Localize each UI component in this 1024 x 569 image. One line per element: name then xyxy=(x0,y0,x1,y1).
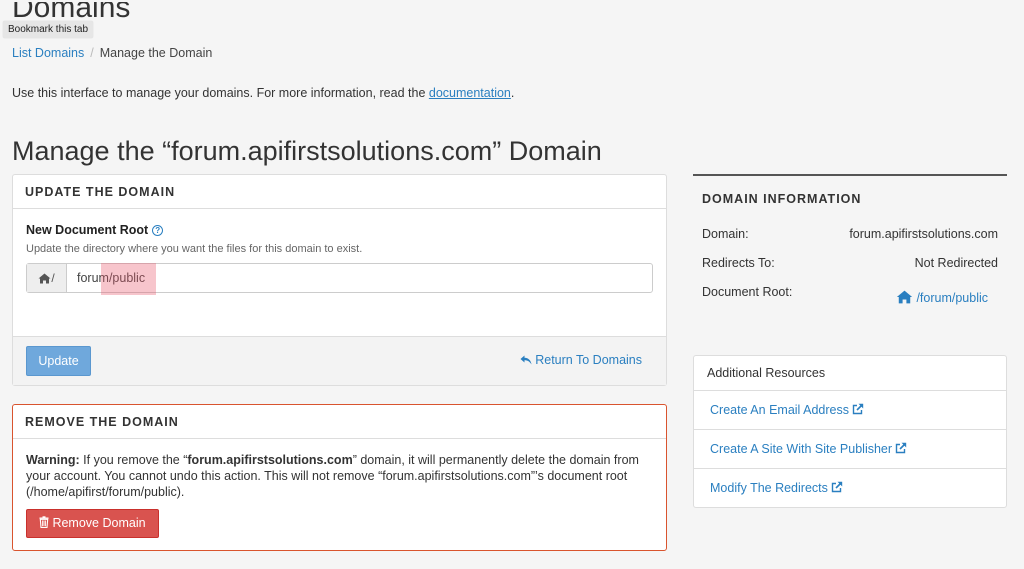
site-publisher-link[interactable]: Create A Site With Site Publisher xyxy=(710,442,907,456)
intro-text: Use this interface to manage your domain… xyxy=(12,85,514,101)
breadcrumb-separator: / xyxy=(90,46,94,60)
create-email-link[interactable]: Create An Email Address xyxy=(710,403,864,417)
document-root-info-label: Document Root: xyxy=(702,285,793,299)
document-root-input-group: / forum/public xyxy=(26,263,653,293)
domain-information: DOMAIN INFORMATION Domain: forum.apifirs… xyxy=(693,174,1007,305)
additional-resources: Additional Resources Create An Email Add… xyxy=(693,355,1007,508)
document-root-row: Document Root: /forum/public xyxy=(702,285,998,305)
modify-redirects-link[interactable]: Modify The Redirects xyxy=(710,481,843,495)
documentation-link[interactable]: documentation xyxy=(429,86,511,100)
update-button[interactable]: Update xyxy=(26,346,91,376)
domain-row: Domain: forum.apifirstsolutions.com xyxy=(702,227,998,241)
update-domain-panel: UPDATE THE DOMAIN New Document Root? Upd… xyxy=(12,174,667,386)
intro-body: Use this interface to manage your domain… xyxy=(12,86,429,100)
remove-domain-button[interactable]: Remove Domain xyxy=(26,509,159,538)
external-link-icon xyxy=(831,481,843,493)
site-publisher-label: Create A Site With Site Publisher xyxy=(710,442,893,456)
resource-item: Modify The Redirects xyxy=(694,469,1006,508)
domain-info-heading: DOMAIN INFORMATION xyxy=(702,192,862,206)
domain-info-divider xyxy=(693,174,1007,176)
modify-redirects-label: Modify The Redirects xyxy=(710,481,828,495)
prefix-slash: / xyxy=(51,271,55,285)
help-icon[interactable]: ? xyxy=(152,225,164,236)
update-panel-footer: Update Return To Domains xyxy=(13,336,666,385)
document-root-input[interactable]: forum/public xyxy=(67,264,652,292)
breadcrumb-current: Manage the Domain xyxy=(99,46,213,60)
return-to-domains-link[interactable]: Return To Domains xyxy=(520,353,642,367)
document-root-label-text: New Document Root xyxy=(26,223,149,237)
document-root-help: Update the directory where you want the … xyxy=(26,243,363,255)
intro-suffix: . xyxy=(510,86,515,100)
warning-domain: forum.apifirstsolutions.com xyxy=(187,453,353,467)
bookmark-tooltip: Bookmark this tab xyxy=(3,21,94,38)
page-title: Manage the “forum.apifirstsolutions.com”… xyxy=(12,136,602,166)
breadcrumb-list-domains[interactable]: List Domains xyxy=(12,46,84,60)
home-icon xyxy=(897,290,913,304)
document-root-link-text: /forum/public xyxy=(916,291,988,305)
home-icon xyxy=(38,273,51,283)
create-email-label: Create An Email Address xyxy=(710,403,849,417)
warning-pre: If you remove the “ xyxy=(79,453,188,467)
document-root-link[interactable]: /forum/public xyxy=(896,290,998,305)
external-link-icon xyxy=(895,442,907,454)
remove-panel-heading: REMOVE THE DOMAIN xyxy=(13,405,666,439)
remove-domain-panel: REMOVE THE DOMAIN Warning: If you remove… xyxy=(12,404,667,551)
domain-value: forum.apifirstsolutions.com xyxy=(849,227,998,241)
domain-label: Domain: xyxy=(702,227,749,241)
resource-item: Create A Site With Site Publisher xyxy=(694,430,1006,469)
warning-label: Warning: xyxy=(26,453,80,467)
home-prefix-addon: / xyxy=(27,264,67,292)
redirects-row: Redirects To: Not Redirected xyxy=(702,256,998,270)
resource-item: Create An Email Address xyxy=(694,391,1006,430)
breadcrumb: List Domains / Manage the Domain xyxy=(12,45,212,61)
remove-domain-label: Remove Domain xyxy=(52,516,146,530)
return-arrow-icon xyxy=(520,355,532,365)
external-link-icon xyxy=(852,403,864,415)
document-root-label: New Document Root? xyxy=(26,223,164,237)
trash-icon xyxy=(39,516,49,529)
return-link-label: Return To Domains xyxy=(535,353,642,367)
redirects-label: Redirects To: xyxy=(702,256,775,270)
update-panel-heading: UPDATE THE DOMAIN xyxy=(13,175,666,209)
remove-warning: Warning: If you remove the “forum.apifir… xyxy=(26,452,651,500)
resources-heading: Additional Resources xyxy=(694,356,1006,391)
redirects-value: Not Redirected xyxy=(914,256,998,270)
